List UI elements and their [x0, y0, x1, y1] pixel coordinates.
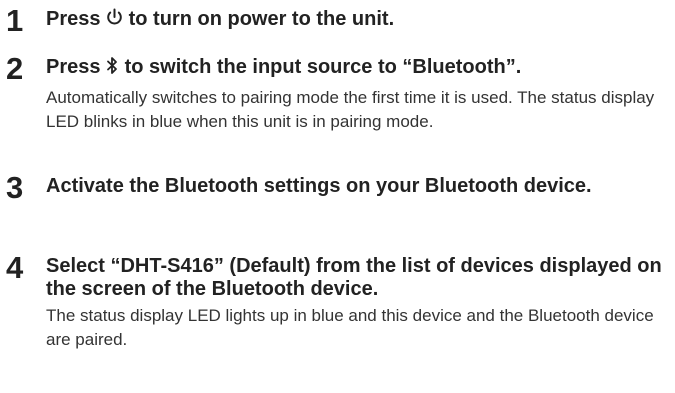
- step-number: 3: [6, 170, 24, 205]
- bluetooth-icon: [107, 57, 117, 74]
- step-number: 1: [6, 3, 24, 38]
- step-title: Select “DHT-S416” (Default) from the lis…: [46, 255, 662, 300]
- step-title: Press to turn on power to the unit.: [46, 8, 669, 31]
- step-title: Activate the Bluetooth settings on your …: [46, 175, 592, 197]
- step-content: Activate the Bluetooth settings on your …: [46, 175, 669, 198]
- step-title-text: Press: [46, 8, 107, 30]
- step-number: 4: [6, 250, 24, 285]
- step-content: Press to turn on power to the unit.: [46, 8, 669, 31]
- step-number: 2: [6, 51, 24, 86]
- step-title: Press to switch the input source to “Blu…: [46, 56, 669, 79]
- step-description: Automatically switches to pairing mode t…: [46, 88, 655, 131]
- step-content: Press to switch the input source to “Blu…: [46, 56, 669, 133]
- step-content: Select “DHT-S416” (Default) from the lis…: [46, 255, 669, 351]
- step-title-text: to switch the input source to “Bluetooth…: [119, 56, 522, 78]
- instruction-steps: 1 Press to turn on power to the unit. 2 …: [0, 0, 675, 393]
- step-description: The status display LED lights up in blue…: [46, 306, 654, 349]
- step-title-text: to turn on power to the unit.: [123, 8, 395, 30]
- power-icon: [107, 8, 122, 25]
- step-title-text: Press: [46, 56, 107, 78]
